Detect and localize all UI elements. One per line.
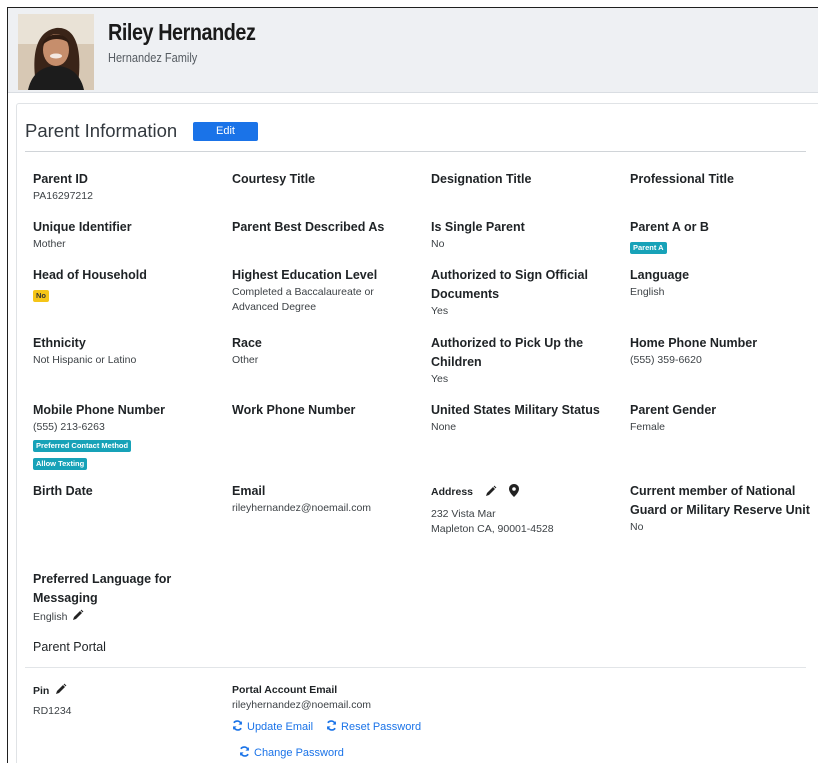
field-value: (555) 213-6263 <box>33 421 105 433</box>
pencil-icon[interactable] <box>485 484 497 502</box>
field-value: Not Hispanic or Latino <box>33 354 137 366</box>
field-label: Mobile Phone Number <box>33 403 165 417</box>
field-label: Highest Education Level <box>232 268 378 282</box>
family-name[interactable]: Hernandez Family <box>108 51 197 65</box>
field-label: United States Military Status <box>431 403 600 417</box>
field-value: (555) 359-6620 <box>630 354 702 366</box>
field-home-phone: Home Phone Number (555) 359-6620 <box>630 334 818 368</box>
edit-button[interactable]: Edit <box>193 122 258 141</box>
refresh-icon <box>239 744 250 762</box>
field-gender: Parent Gender Female <box>630 401 818 435</box>
address-line-1: 232 Vista Mar <box>431 508 496 520</box>
field-authorized-sign: Authorized to Sign Official Documents Ye… <box>431 266 606 319</box>
field-label: Authorized to Sign Official Documents <box>431 268 588 301</box>
field-authorized-pickup: Authorized to Pick Up the Children Yes <box>431 334 601 387</box>
field-value: PA16297212 <box>33 190 93 202</box>
field-label: Home Phone Number <box>630 336 758 350</box>
field-value: Other <box>232 354 259 366</box>
field-label: Current member of National Guard or Mili… <box>630 484 810 517</box>
field-value: Female <box>630 421 666 433</box>
field-parent-a-or-b: Parent A or B Parent A <box>630 218 818 255</box>
field-value: No <box>630 521 644 533</box>
field-military-status: United States Military Status None <box>431 401 621 435</box>
preferred-contact-badge: Preferred Contact Method <box>33 440 132 452</box>
field-label: Race <box>232 336 262 350</box>
field-label: Parent Gender <box>630 403 717 417</box>
field-value: Yes <box>431 305 449 317</box>
field-language: Language English <box>630 266 818 300</box>
field-education: Highest Education Level Completed a Bacc… <box>232 266 402 315</box>
change-password-link[interactable]: Change Password <box>254 745 344 761</box>
field-label: Parent A or B <box>630 220 709 234</box>
field-value: English <box>33 610 68 623</box>
field-label: Designation Title <box>431 172 532 186</box>
allow-texting-badge: Allow Texting <box>33 458 88 470</box>
field-label: Work Phone Number <box>232 403 356 417</box>
update-email-link[interactable]: Update Email <box>247 719 313 735</box>
field-race: Race Other <box>232 334 422 368</box>
field-preferred-language: Preferred Language for Messaging English <box>33 570 193 626</box>
field-birth-date: Birth Date <box>33 482 223 501</box>
field-national-guard: Current member of National Guard or Mili… <box>630 482 810 535</box>
field-label: Preferred Language for Messaging <box>33 572 172 605</box>
field-portal-email: Portal Account Email rileyhernandez@noem… <box>232 683 472 762</box>
field-label: Parent ID <box>33 172 88 186</box>
field-value: Mother <box>33 238 66 250</box>
field-courtesy-title: Courtesy Title <box>232 170 422 189</box>
field-value: RD1234 <box>33 705 72 717</box>
portal-divider <box>25 667 806 668</box>
refresh-icon <box>326 718 337 736</box>
section-divider <box>25 151 806 152</box>
field-label: Head of Household <box>33 268 147 282</box>
profile-header: Riley Hernandez Hernandez Family <box>8 8 818 93</box>
field-email: Email rileyhernandez@noemail.com <box>232 482 422 516</box>
field-label: Email <box>232 484 266 498</box>
profile-name: Riley Hernandez <box>108 19 256 45</box>
field-value: Yes <box>431 373 449 385</box>
pencil-icon[interactable] <box>72 608 84 626</box>
avatar <box>18 14 94 90</box>
field-label: Portal Account Email <box>232 684 338 696</box>
field-label: Parent Best Described As <box>232 220 385 234</box>
field-professional-title: Professional Title <box>630 170 818 189</box>
refresh-icon <box>232 718 243 736</box>
parent-a-badge: Parent A <box>630 242 667 254</box>
address-line-2: Mapleton CA, 90001-4528 <box>431 523 554 535</box>
field-unique-identifier: Unique Identifier Mother <box>33 218 223 252</box>
avatar-photo <box>18 14 94 90</box>
field-ethnicity: Ethnicity Not Hispanic or Latino <box>33 334 223 368</box>
portal-title: Parent Portal <box>33 640 106 654</box>
field-value: None <box>431 421 457 433</box>
field-value: Completed a Baccalaureate or Advanced De… <box>232 286 374 313</box>
field-parent-id: Parent ID PA16297212 <box>33 170 223 204</box>
field-label: Unique Identifier <box>33 220 132 234</box>
pencil-icon[interactable] <box>55 682 67 700</box>
field-label: Birth Date <box>33 484 93 498</box>
field-label: Authorized to Pick Up the Children <box>431 336 584 369</box>
field-mobile-phone: Mobile Phone Number (555) 213-6263 Prefe… <box>33 401 223 471</box>
field-value: rileyhernandez@noemail.com <box>232 699 372 711</box>
field-pin: Pin RD1234 <box>33 683 223 719</box>
head-of-household-badge: No <box>33 290 49 302</box>
reset-password-link[interactable]: Reset Password <box>341 719 421 735</box>
field-best-described: Parent Best Described As <box>232 218 422 237</box>
field-label: Pin <box>33 684 50 697</box>
field-value: rileyhernandez@noemail.com <box>232 502 372 514</box>
section-title: Parent Information <box>25 120 178 141</box>
field-label: Language <box>630 268 690 282</box>
map-marker-icon[interactable] <box>509 483 520 502</box>
field-label: Professional Title <box>630 172 734 186</box>
field-single-parent: Is Single Parent No <box>431 218 621 252</box>
field-label: Address <box>431 486 474 498</box>
field-designation-title: Designation Title <box>431 170 621 189</box>
field-address: Address 232 Vista Mar Mapleton CA, 90001… <box>431 482 621 537</box>
field-label: Ethnicity <box>33 336 86 350</box>
field-value: No <box>431 238 445 250</box>
field-label: Courtesy Title <box>232 172 316 186</box>
field-work-phone: Work Phone Number <box>232 401 422 420</box>
field-label: Is Single Parent <box>431 220 525 234</box>
field-value: English <box>630 286 665 298</box>
field-head-of-household: Head of Household No <box>33 266 223 303</box>
